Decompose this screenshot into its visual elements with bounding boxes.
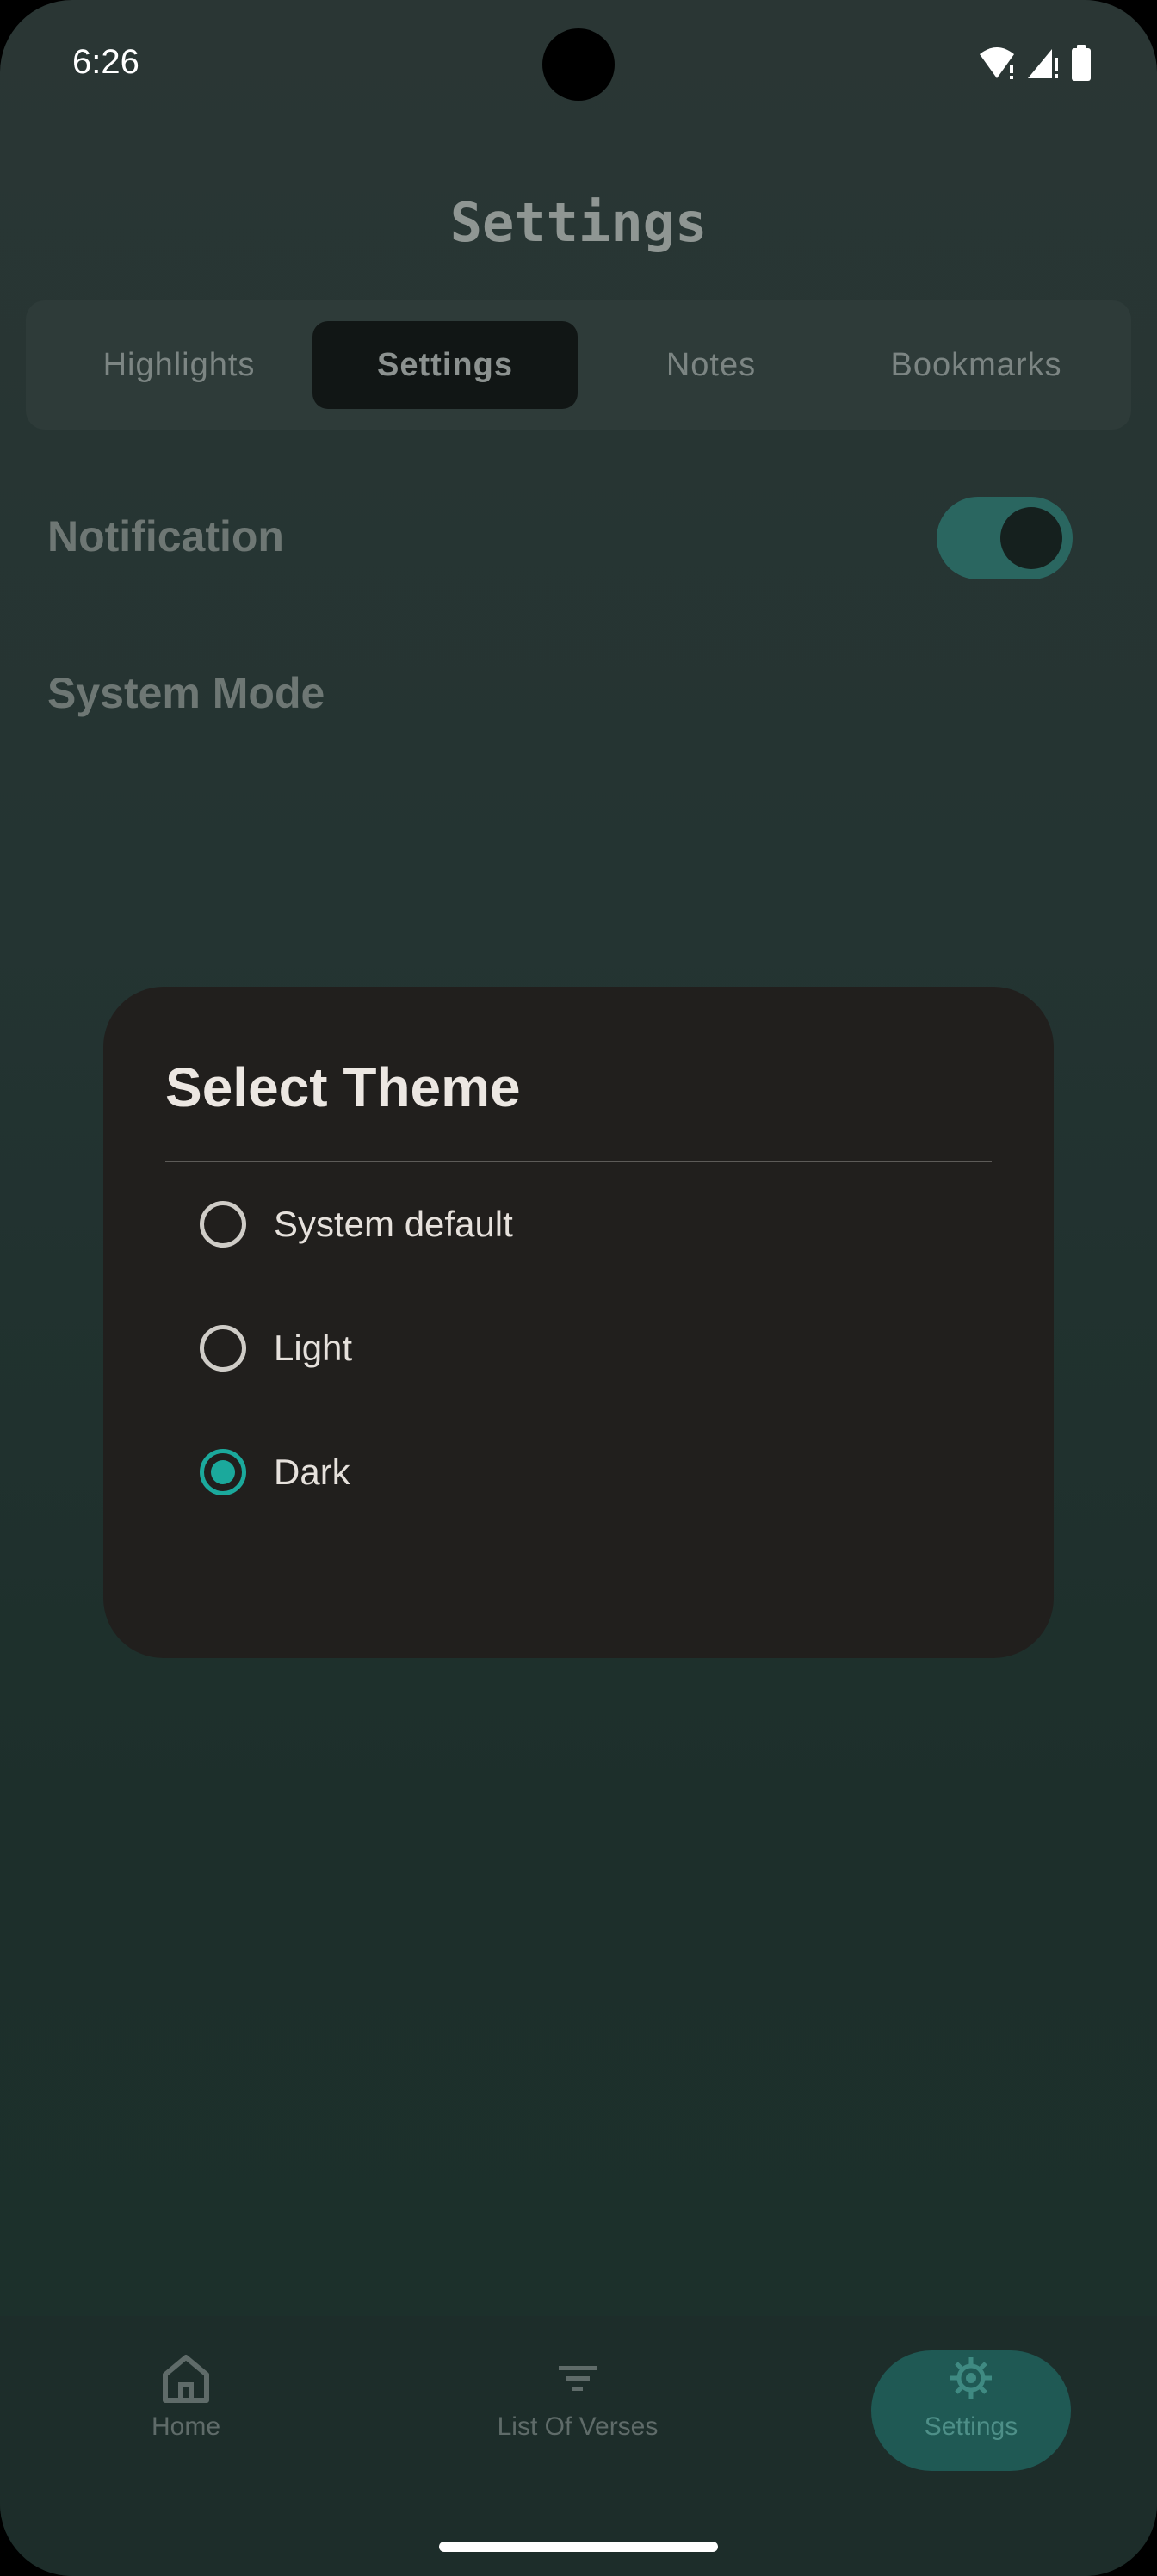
option-label: Light	[274, 1328, 353, 1368]
option-label: Dark	[274, 1452, 350, 1492]
radio-button[interactable]	[200, 1201, 246, 1248]
tab-bookmarks[interactable]: Bookmarks	[844, 321, 1109, 409]
dialog-title: Select Theme	[165, 1056, 521, 1118]
nav-home[interactable]: Home	[83, 2350, 289, 2442]
option-system-default[interactable]: System default	[200, 1190, 974, 1259]
tab-bar: Highlights Settings Notes Bookmarks	[26, 300, 1131, 430]
tab-notes[interactable]: Notes	[578, 321, 844, 409]
gear-icon	[950, 2357, 992, 2399]
notification-toggle[interactable]	[937, 497, 1073, 579]
option-label: System default	[274, 1204, 513, 1244]
tab-settings[interactable]: Settings	[312, 321, 578, 409]
status-icons	[978, 45, 1092, 81]
dialog-divider	[165, 1161, 992, 1162]
tab-highlights[interactable]: Highlights	[46, 321, 312, 409]
toggle-knob	[1000, 507, 1062, 569]
app-screen: 6:26 Settings Highlights Settings Notes …	[0, 0, 1157, 2576]
page-title: Settings	[449, 191, 708, 254]
option-dark[interactable]: Dark	[200, 1438, 974, 1507]
battery-icon	[1072, 45, 1091, 81]
bottom-navigation: Home List Of Verses Settings	[0, 2316, 1157, 2576]
status-time: 6:26	[72, 43, 139, 81]
home-indicator[interactable]	[439, 2542, 718, 2552]
nav-label: Home	[151, 2412, 221, 2441]
camera-cutout	[542, 28, 615, 101]
nav-list-of-verses[interactable]: List Of Verses	[474, 2350, 681, 2442]
filter-icon	[559, 2366, 597, 2391]
option-light[interactable]: Light	[200, 1314, 974, 1383]
radio-button-selected[interactable]	[200, 1449, 246, 1495]
nav-label: List Of Verses	[497, 2412, 659, 2441]
nav-settings[interactable]: Settings	[868, 2350, 1074, 2442]
nav-label: Settings	[924, 2412, 1018, 2441]
home-icon	[163, 2355, 209, 2403]
radio-button[interactable]	[200, 1325, 246, 1372]
wifi-icon	[980, 47, 1014, 79]
signal-icon	[1028, 49, 1058, 78]
system-mode-label[interactable]: System Mode	[47, 668, 325, 718]
notification-label: Notification	[47, 512, 284, 560]
select-theme-dialog: Select Theme System default Light Dark	[103, 987, 1054, 1658]
